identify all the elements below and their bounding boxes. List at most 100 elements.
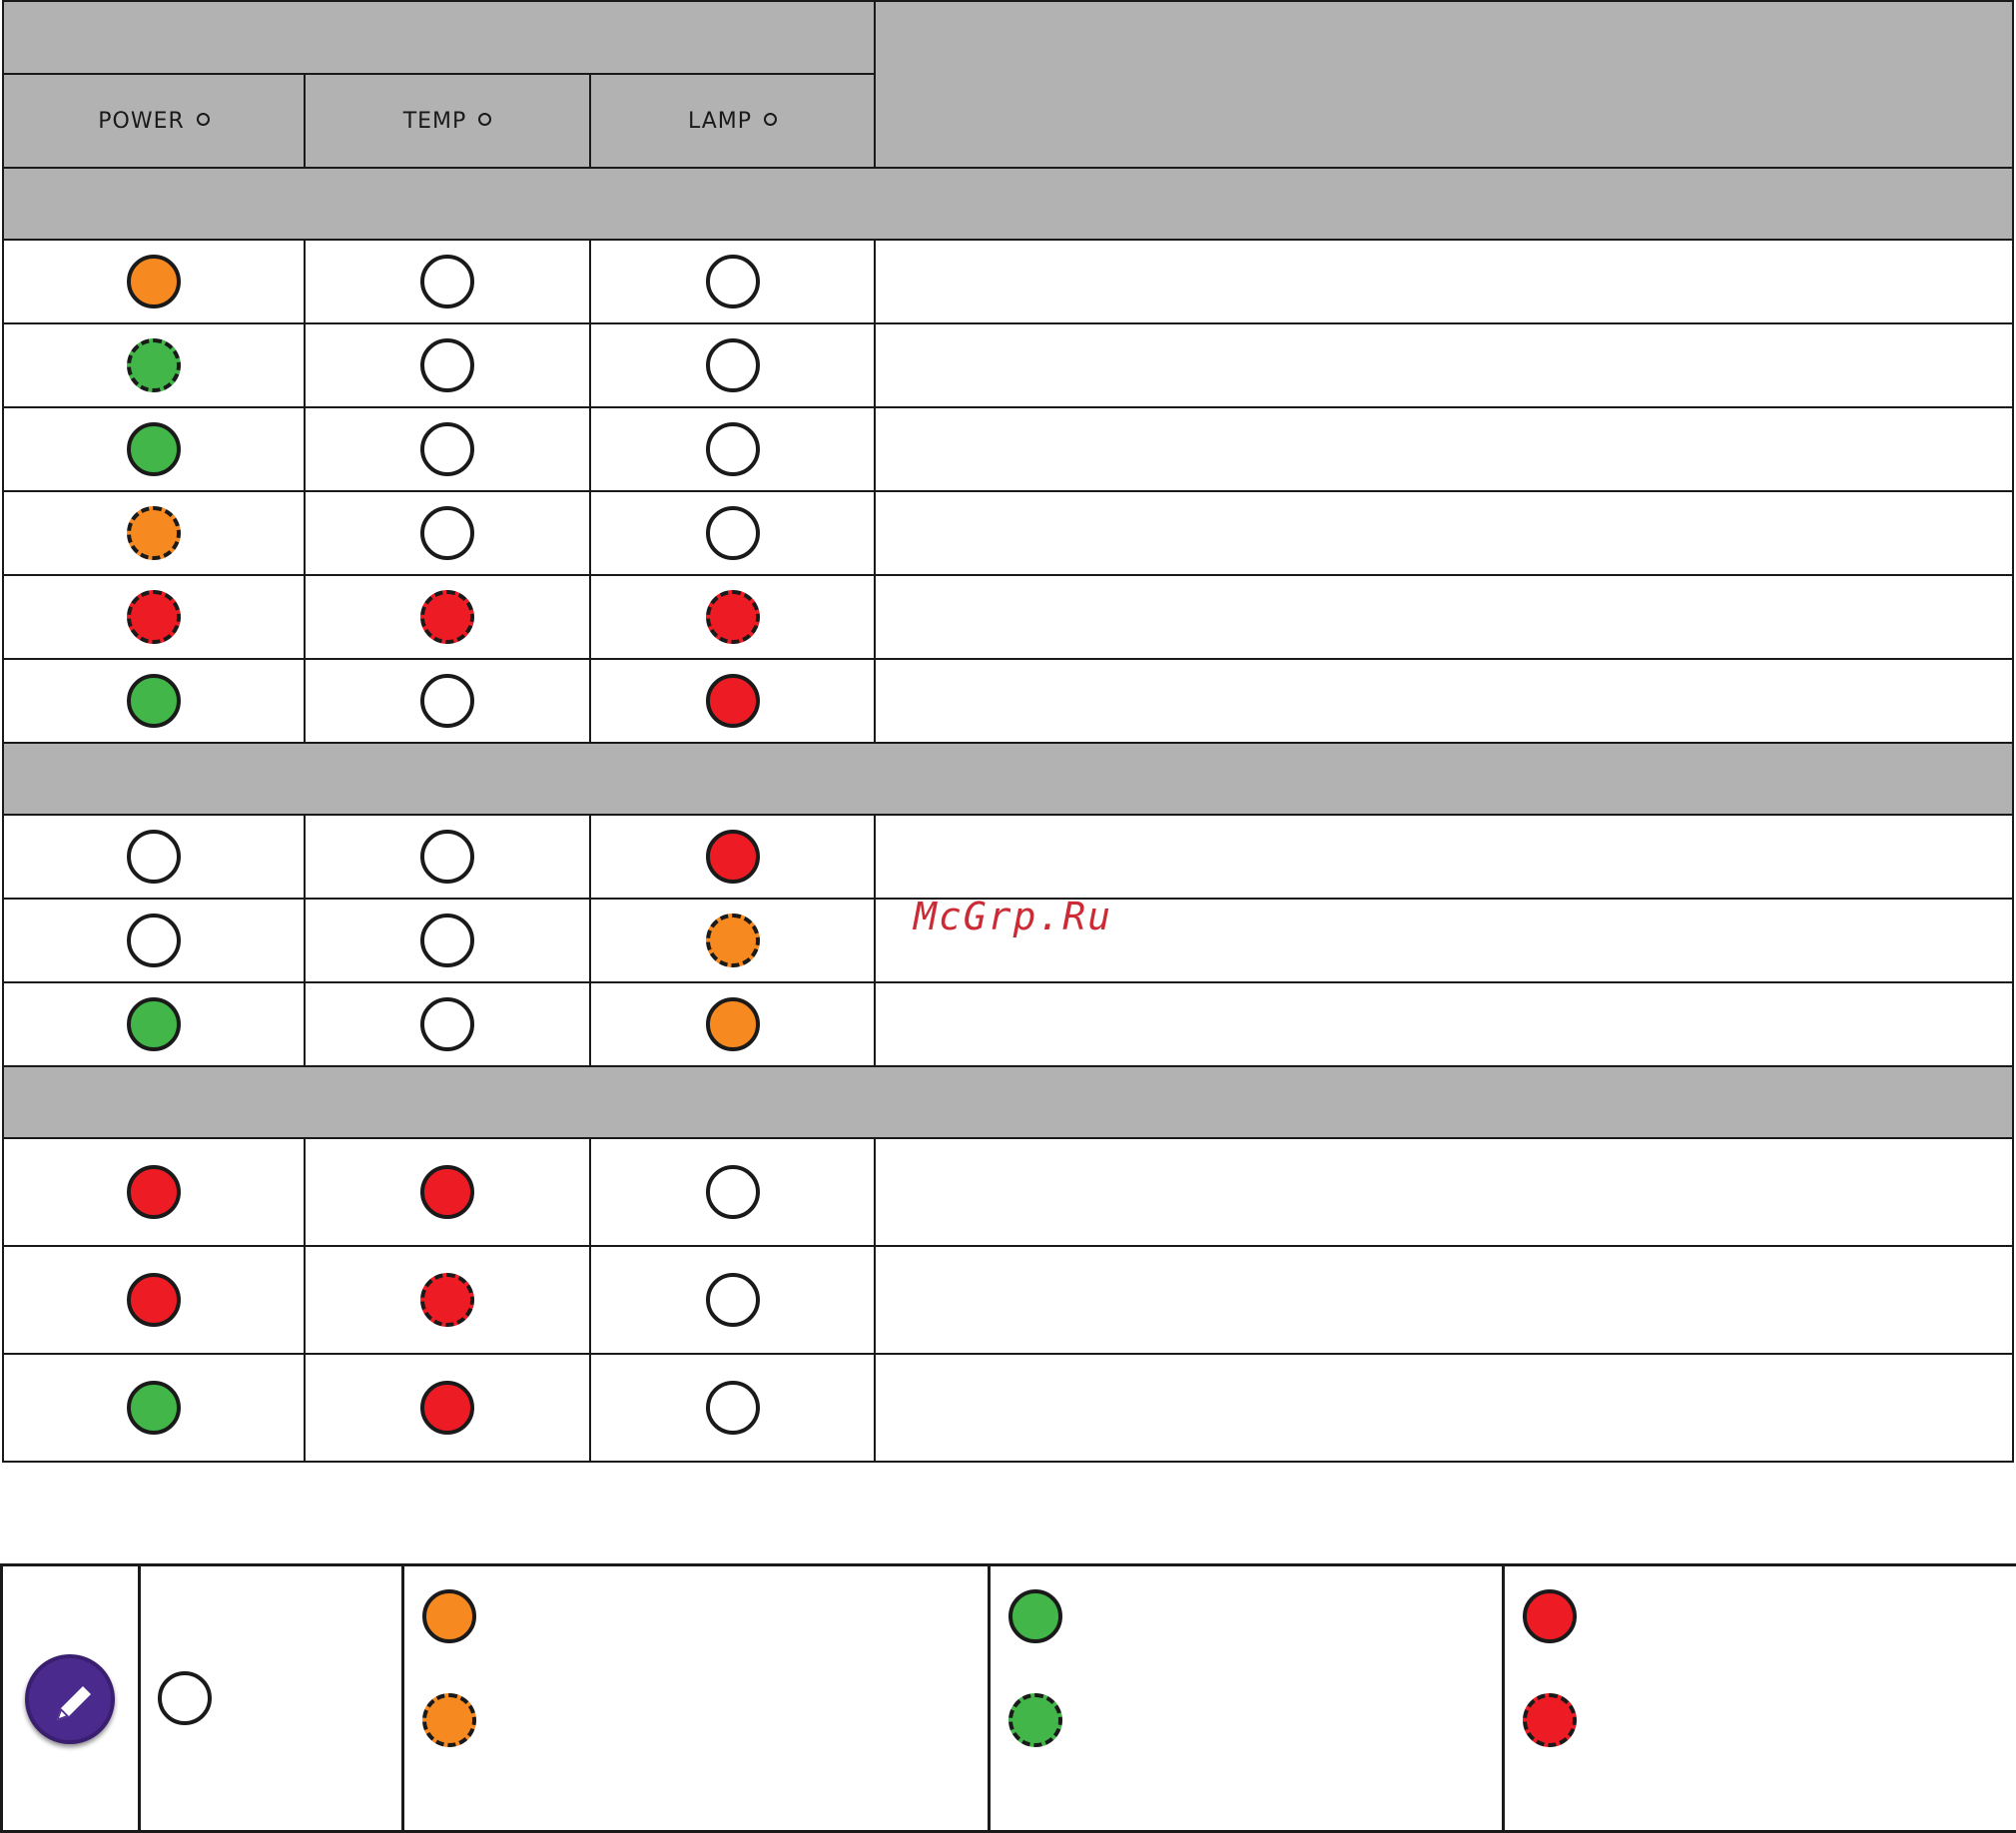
led-off-icon [420, 914, 474, 967]
led-orange-icon [422, 1589, 476, 1643]
temp-led-cell [304, 1353, 591, 1463]
led-green-icon [127, 997, 181, 1051]
led-red-icon [127, 1273, 181, 1327]
temp-led-cell [304, 1245, 591, 1355]
led-red-icon [705, 674, 760, 728]
legend-off-cell [138, 1563, 404, 1833]
led-red-icon [1523, 1589, 1577, 1643]
section-header-cell [1, 1065, 2015, 1139]
header-indicator-group [1, 0, 877, 75]
lamp-led-cell [588, 574, 877, 660]
led-off-icon [420, 255, 474, 308]
led-red-flash-icon [705, 590, 760, 644]
led-green-icon [127, 422, 181, 476]
circle-outline-icon [478, 113, 492, 126]
led-red-flash-icon [420, 1273, 474, 1327]
status-description-cell [874, 1353, 2015, 1463]
section-header-row [1, 167, 2015, 241]
lamp-led-cell [588, 814, 877, 900]
led-red-icon [705, 830, 760, 884]
led-off-icon [705, 422, 760, 476]
led-off-icon [420, 338, 474, 392]
circle-outline-icon [764, 113, 778, 126]
led-orange-flash-icon [127, 506, 181, 560]
status-description-cell [874, 406, 2015, 492]
led-off-icon [705, 506, 760, 560]
led-off-icon [127, 914, 181, 967]
temp-led-cell [304, 239, 591, 324]
table-row [2, 1353, 2015, 1463]
watermark: McGrp.Ru [914, 895, 1113, 938]
led-indicator-table: POWER TEMP LAMP [1, 0, 2015, 1463]
led-green-icon [127, 1381, 181, 1435]
temp-led-cell [304, 981, 591, 1067]
header-label: LAMP [687, 108, 753, 134]
led-red-flash-icon [127, 590, 181, 644]
legend-note-table [0, 1563, 2016, 1833]
table-row [2, 981, 2015, 1067]
led-off-icon [705, 1165, 760, 1219]
lamp-led-cell [588, 239, 877, 324]
header-lamp: LAMP [588, 73, 877, 169]
led-off-icon [127, 830, 181, 884]
led-green-flash-icon [127, 338, 181, 392]
temp-led-cell [304, 898, 591, 983]
table-row [2, 322, 2015, 408]
lamp-led-cell [588, 1137, 877, 1247]
temp-led-cell [304, 406, 591, 492]
table-row [2, 406, 2015, 492]
led-off-icon [420, 830, 474, 884]
led-orange-flash-icon [705, 914, 760, 967]
table-row [2, 490, 2015, 576]
led-red-flash-icon [420, 590, 474, 644]
led-red-icon [420, 1381, 474, 1435]
power-led-cell [2, 1245, 306, 1355]
power-led-cell [2, 406, 306, 492]
led-red-icon [420, 1165, 474, 1219]
temp-led-cell [304, 658, 591, 744]
status-description-cell [874, 322, 2015, 408]
pencil-note-icon [25, 1654, 115, 1744]
lamp-led-cell [588, 658, 877, 744]
header-temp: TEMP [304, 73, 591, 169]
led-green-flash-icon [1008, 1693, 1062, 1747]
temp-led-cell [304, 322, 591, 408]
table-row [2, 1137, 2015, 1247]
lamp-led-cell [588, 406, 877, 492]
legend-green-cell [988, 1563, 1505, 1833]
temp-led-cell [304, 574, 591, 660]
led-orange-icon [127, 255, 181, 308]
lamp-led-cell [588, 898, 877, 983]
status-description-cell [874, 1245, 2015, 1355]
status-description-cell [874, 1137, 2015, 1247]
led-off-icon [705, 255, 760, 308]
status-description-cell [874, 658, 2015, 744]
temp-led-cell [304, 814, 591, 900]
section-header-cell [1, 742, 2015, 816]
legend-red-cell [1502, 1563, 2016, 1833]
header-label: POWER [98, 108, 185, 134]
power-led-cell [2, 574, 306, 660]
led-green-icon [127, 674, 181, 728]
status-description-cell [874, 981, 2015, 1067]
led-off-icon [705, 1273, 760, 1327]
led-red-icon [127, 1165, 181, 1219]
header-power: POWER [2, 73, 306, 169]
power-led-cell [2, 239, 306, 324]
led-off-icon [705, 1381, 760, 1435]
section-header-row [1, 742, 2015, 816]
section-header-row [1, 1065, 2015, 1139]
led-orange-flash-icon [422, 1693, 476, 1747]
led-off-icon [158, 1671, 212, 1725]
status-description-cell [874, 490, 2015, 576]
power-led-cell [2, 658, 306, 744]
circle-outline-icon [196, 113, 210, 126]
power-led-cell [2, 322, 306, 408]
note-icon-cell [0, 1563, 141, 1833]
table-row [2, 814, 2015, 900]
led-green-icon [1008, 1589, 1062, 1643]
table-row [2, 574, 2015, 660]
led-off-icon [420, 422, 474, 476]
lamp-led-cell [588, 1353, 877, 1463]
temp-led-cell [304, 1137, 591, 1247]
